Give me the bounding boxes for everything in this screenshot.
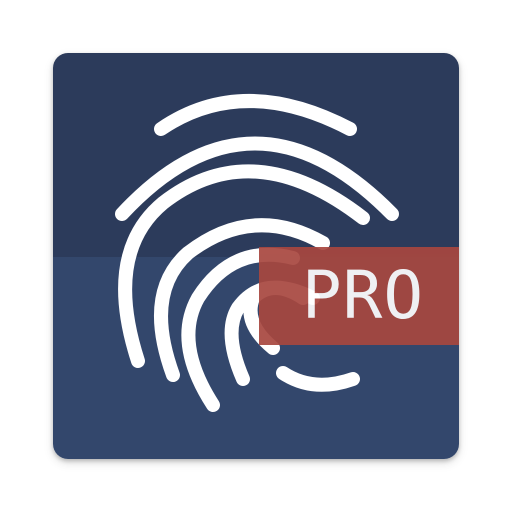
pro-badge: PRO (259, 247, 459, 345)
pro-label: PRO (301, 257, 425, 334)
app-icon[interactable]: PRO (53, 53, 459, 459)
